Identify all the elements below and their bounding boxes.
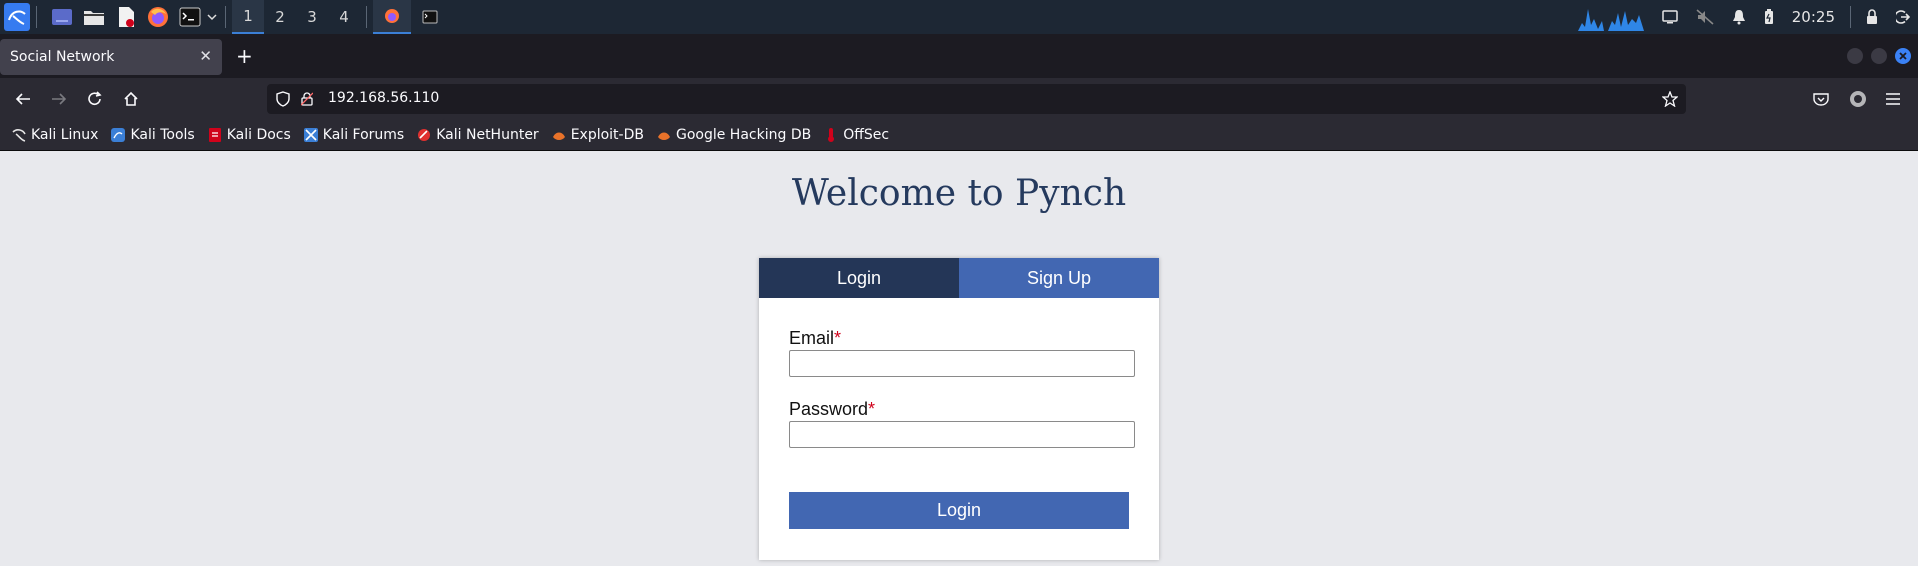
cpu-graph-icon: [1577, 3, 1604, 31]
pocket-icon: [1813, 93, 1829, 106]
email-label: Email*: [789, 328, 841, 349]
password-field[interactable]: [789, 421, 1135, 448]
bookmark-label: Exploit-DB: [570, 127, 644, 143]
password-label: Password*: [789, 399, 875, 420]
bookmark-label: OffSec: [843, 127, 890, 143]
account-button[interactable]: [1845, 86, 1871, 112]
auth-card: Login Sign Up Email* Password* Login: [759, 258, 1159, 560]
taskbar-separator: [1850, 6, 1851, 28]
kali-forums-icon: [303, 128, 318, 142]
browser-tab[interactable]: Social Network ✕: [0, 39, 222, 75]
system-tray: 20:25: [1569, 0, 1918, 34]
firefox-icon[interactable]: [145, 4, 171, 30]
terminal-icon[interactable]: [177, 4, 203, 30]
desktop-taskbar: 1 2 3 4 20:25: [0, 0, 1918, 34]
show-desktop-icon[interactable]: [49, 4, 75, 30]
back-arrow-icon: [15, 93, 30, 105]
url-text[interactable]: 192.168.56.110: [328, 90, 439, 106]
nethunter-icon: [417, 128, 431, 142]
workspace-1[interactable]: 1: [232, 0, 264, 34]
firefox-icon: [385, 9, 399, 23]
bookmark-label: Google Hacking DB: [675, 127, 812, 143]
tracking-shield-icon[interactable]: [276, 91, 290, 107]
logout-icon[interactable]: [1896, 10, 1910, 24]
email-field[interactable]: [789, 350, 1135, 377]
bookmark-kali-forums[interactable]: Kali Forums: [303, 127, 405, 143]
login-button[interactable]: Login: [789, 492, 1129, 529]
tab-title: Social Network: [10, 49, 115, 65]
volume-muted-icon[interactable]: [1696, 9, 1714, 25]
page-title: Welcome to Pynch: [791, 173, 1127, 214]
file-manager-icon[interactable]: [81, 4, 107, 30]
required-mark: *: [868, 399, 876, 419]
clock[interactable]: 20:25: [1792, 8, 1835, 26]
taskbar-separator: [36, 6, 37, 28]
minimize-window-button[interactable]: [1847, 48, 1863, 64]
exploit-db-icon: [552, 128, 566, 142]
pocket-button[interactable]: [1808, 86, 1834, 112]
chevron-down-icon[interactable]: [205, 4, 219, 30]
reload-icon: [88, 91, 102, 105]
notification-bell-icon[interactable]: [1732, 9, 1746, 25]
browser-nav-bar: 192.168.56.110: [0, 78, 1918, 120]
workspace-2[interactable]: 2: [264, 0, 296, 34]
bookmark-kali-docs[interactable]: Kali Docs: [208, 127, 291, 143]
bookmarks-toolbar: Kali Linux Kali Tools Kali Docs Kali For…: [0, 120, 1918, 151]
text-editor-icon[interactable]: [113, 4, 139, 30]
url-bar[interactable]: 192.168.56.110: [267, 84, 1686, 114]
close-tab-icon[interactable]: ✕: [199, 47, 212, 65]
close-window-button[interactable]: [1895, 48, 1911, 64]
lock-icon[interactable]: [1866, 9, 1878, 25]
offsec-icon: [824, 128, 838, 142]
ghdb-icon: [657, 128, 671, 142]
kali-dragon-icon: [12, 128, 26, 142]
account-icon: [1850, 91, 1866, 107]
network-graph-icon: [1607, 3, 1644, 31]
bookmark-star-icon[interactable]: [1662, 91, 1678, 107]
workspace-4[interactable]: 4: [328, 0, 360, 34]
email-label-text: Email: [789, 328, 835, 348]
tab-signup[interactable]: Sign Up: [959, 258, 1159, 298]
display-icon[interactable]: [1662, 10, 1678, 24]
bookmark-label: Kali Linux: [31, 127, 99, 143]
app-menu-button[interactable]: [1880, 86, 1906, 112]
kali-docs-icon: [208, 128, 222, 142]
kali-menu-icon[interactable]: [4, 3, 30, 31]
password-label-text: Password: [789, 399, 869, 419]
back-button[interactable]: [10, 86, 36, 112]
forward-button[interactable]: [46, 86, 72, 112]
bookmark-label: Kali NetHunter: [436, 127, 539, 143]
terminal-icon: [422, 10, 438, 24]
reload-button[interactable]: [82, 86, 108, 112]
taskbar-separator: [366, 6, 367, 28]
insecure-lock-icon[interactable]: [301, 92, 313, 106]
battery-icon: [1764, 9, 1774, 25]
home-icon: [124, 91, 138, 106]
bookmark-exploit-db[interactable]: Exploit-DB: [552, 127, 644, 143]
browser-tab-strip: Social Network ✕ +: [0, 34, 1918, 78]
hamburger-menu-icon: [1886, 93, 1900, 105]
bookmark-offsec[interactable]: OffSec: [824, 127, 889, 143]
taskbar-terminal-window[interactable]: [411, 0, 449, 34]
bookmark-kali-nethunter[interactable]: Kali NetHunter: [417, 127, 539, 143]
maximize-window-button[interactable]: [1871, 48, 1887, 64]
bookmark-google-hacking-db[interactable]: Google Hacking DB: [657, 127, 811, 143]
bookmark-label: Kali Forums: [322, 127, 405, 143]
workspace-3[interactable]: 3: [296, 0, 328, 34]
home-button[interactable]: [118, 86, 144, 112]
close-icon: [1899, 52, 1907, 60]
new-tab-button[interactable]: +: [236, 46, 253, 66]
taskbar-firefox-window[interactable]: [373, 0, 411, 34]
taskbar-separator: [225, 6, 226, 28]
bookmark-label: Kali Tools: [130, 127, 195, 143]
forward-arrow-icon: [52, 93, 67, 105]
tab-login[interactable]: Login: [759, 258, 959, 298]
kali-tools-icon: [111, 128, 126, 142]
bookmark-kali-linux[interactable]: Kali Linux: [12, 127, 98, 143]
required-mark: *: [834, 328, 842, 348]
bookmark-kali-tools[interactable]: Kali Tools: [111, 127, 195, 143]
bookmark-label: Kali Docs: [226, 127, 291, 143]
web-page: Welcome to Pynch Login Sign Up Email* Pa…: [0, 151, 1918, 566]
